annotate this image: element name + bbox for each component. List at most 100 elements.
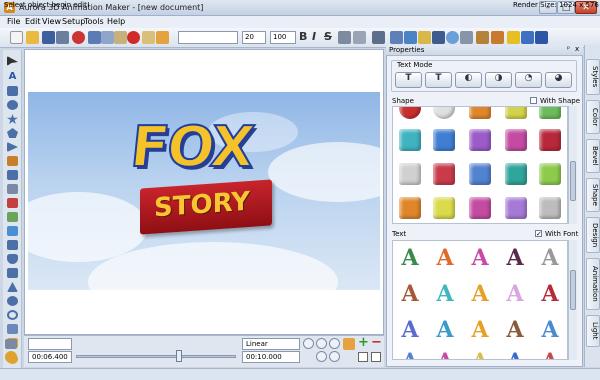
shape-style-swatch[interactable] (505, 129, 527, 151)
arrow-tool-icon[interactable] (7, 142, 18, 152)
text-style-icon[interactable] (338, 31, 351, 44)
layer-icon[interactable] (372, 31, 385, 44)
text-mode-extrude-button[interactable]: T (425, 72, 452, 88)
text-style-swatch[interactable]: A (430, 245, 460, 271)
time-slider-thumb[interactable] (176, 350, 182, 362)
shape-style-swatch[interactable] (399, 163, 421, 185)
gear-tool-icon[interactable] (7, 324, 18, 334)
curve-tool-icon[interactable] (7, 198, 18, 208)
wand-icon[interactable] (142, 31, 155, 44)
menu-edit[interactable]: Edit (25, 17, 41, 26)
rect-tool-icon[interactable] (7, 86, 18, 96)
text-t-icon[interactable] (460, 31, 473, 44)
cube-tool-icon[interactable] (7, 268, 18, 278)
menu-help[interactable]: Help (107, 17, 125, 26)
open-folder-icon[interactable] (26, 31, 39, 44)
stop-icon[interactable] (329, 351, 340, 362)
shape-style-swatch[interactable] (505, 163, 527, 185)
italic-button[interactable]: I (312, 30, 316, 43)
pin-icon[interactable]: ᵖ (567, 45, 570, 53)
with-shape-checkbox[interactable] (530, 97, 537, 104)
shape-style-swatch[interactable] (433, 163, 455, 185)
tab-animation[interactable]: Animation (586, 258, 600, 310)
blue-square-icon[interactable] (521, 31, 534, 44)
loop-icon[interactable] (358, 352, 368, 362)
record-clock-icon[interactable] (5, 351, 17, 363)
shape-gear-icon[interactable] (432, 31, 445, 44)
text-t2-icon[interactable] (476, 31, 489, 44)
bold-button[interactable]: B (299, 30, 307, 43)
play-icon[interactable] (316, 351, 327, 362)
tab-styles[interactable]: Styles (586, 59, 600, 95)
text-t3-icon[interactable] (491, 31, 504, 44)
cloud-tool-icon[interactable] (7, 226, 18, 236)
scissors-icon[interactable] (88, 31, 101, 44)
tab-color[interactable]: Color (586, 100, 600, 134)
timeline-icon[interactable] (5, 339, 17, 349)
shape-style-swatch[interactable] (539, 163, 561, 185)
text-grid-scroll-thumb[interactable] (570, 270, 576, 310)
text-style-swatch[interactable]: A (535, 349, 565, 359)
panel-close-icon[interactable]: x (575, 45, 579, 53)
end-time-field[interactable]: 00:10.000 (242, 351, 300, 363)
strike-button[interactable]: S (324, 30, 332, 43)
sphere-tool-icon[interactable] (7, 296, 18, 306)
star-tool-icon[interactable] (7, 114, 18, 124)
text-style-swatch[interactable]: A (500, 281, 530, 307)
menu-tools[interactable]: Tools (84, 17, 104, 26)
polygon-tool-icon[interactable] (7, 128, 18, 138)
shape-grid-scrollbar[interactable] (568, 106, 577, 224)
shape-style-swatch[interactable] (505, 197, 527, 219)
pencil-icon[interactable] (156, 31, 169, 44)
export-icon[interactable] (72, 31, 85, 44)
shape-style-swatch[interactable] (399, 107, 421, 119)
text-style-swatch[interactable]: A (465, 317, 495, 343)
align-icon[interactable] (353, 31, 366, 44)
shape-style-swatch[interactable] (469, 163, 491, 185)
shape-style-swatch[interactable] (469, 107, 491, 119)
text-style-swatch[interactable]: A (430, 349, 460, 359)
shape-style-swatch[interactable] (469, 197, 491, 219)
text-mode-ring-button[interactable]: ◐ (455, 72, 482, 88)
text-style-swatch[interactable]: A (535, 317, 565, 343)
tab-light[interactable]: Light (586, 315, 600, 347)
with-font-checkbox[interactable]: ✓ (535, 230, 542, 238)
text-style-swatch[interactable]: A (535, 245, 565, 271)
rewind-icon[interactable] (303, 338, 314, 349)
text-style-swatch[interactable]: A (395, 349, 425, 359)
text-tool-icon[interactable]: A (7, 72, 18, 82)
text-style-swatch[interactable]: A (465, 349, 495, 359)
shape-style-swatch[interactable] (399, 197, 421, 219)
shape-grid-scroll-thumb[interactable] (570, 161, 576, 201)
menu-setup[interactable]: Setup (62, 17, 85, 26)
shape-sphere-icon[interactable] (404, 31, 417, 44)
ellipse-tool-icon[interactable] (7, 100, 18, 110)
text-style-swatch[interactable]: A (395, 281, 425, 307)
text-mode-circle-button[interactable]: ◕ (545, 72, 572, 88)
shape-style-swatch[interactable] (539, 197, 561, 219)
shape-a-icon[interactable] (7, 240, 18, 250)
shape-style-swatch[interactable] (433, 197, 455, 219)
pen-tool-icon[interactable] (7, 156, 18, 166)
shape-style-swatch[interactable] (399, 129, 421, 151)
cylinder-tool-icon[interactable] (7, 254, 18, 264)
image-tool-icon[interactable] (7, 170, 18, 180)
text-style-swatch[interactable]: A (465, 281, 495, 307)
menu-view[interactable]: View (42, 17, 61, 26)
shape-box-icon[interactable] (418, 31, 431, 44)
settings-icon[interactable] (371, 352, 381, 362)
paste-icon[interactable] (114, 31, 127, 44)
shape-style-swatch[interactable] (433, 107, 455, 119)
menu-file[interactable]: File (7, 17, 20, 26)
torus-tool-icon[interactable] (7, 310, 18, 320)
text-style-swatch[interactable]: A (500, 245, 530, 271)
shape-style-swatch[interactable] (539, 129, 561, 151)
scene-canvas[interactable]: FOX STORY (28, 92, 380, 290)
text-style-swatch[interactable]: A (500, 317, 530, 343)
shape-disc-icon[interactable] (446, 31, 459, 44)
shape-style-swatch[interactable] (433, 129, 455, 151)
font-combo[interactable] (178, 31, 238, 44)
tab-shape[interactable]: Shape (586, 178, 600, 212)
tree-tool-icon[interactable] (7, 212, 18, 222)
save-icon[interactable] (42, 31, 55, 44)
